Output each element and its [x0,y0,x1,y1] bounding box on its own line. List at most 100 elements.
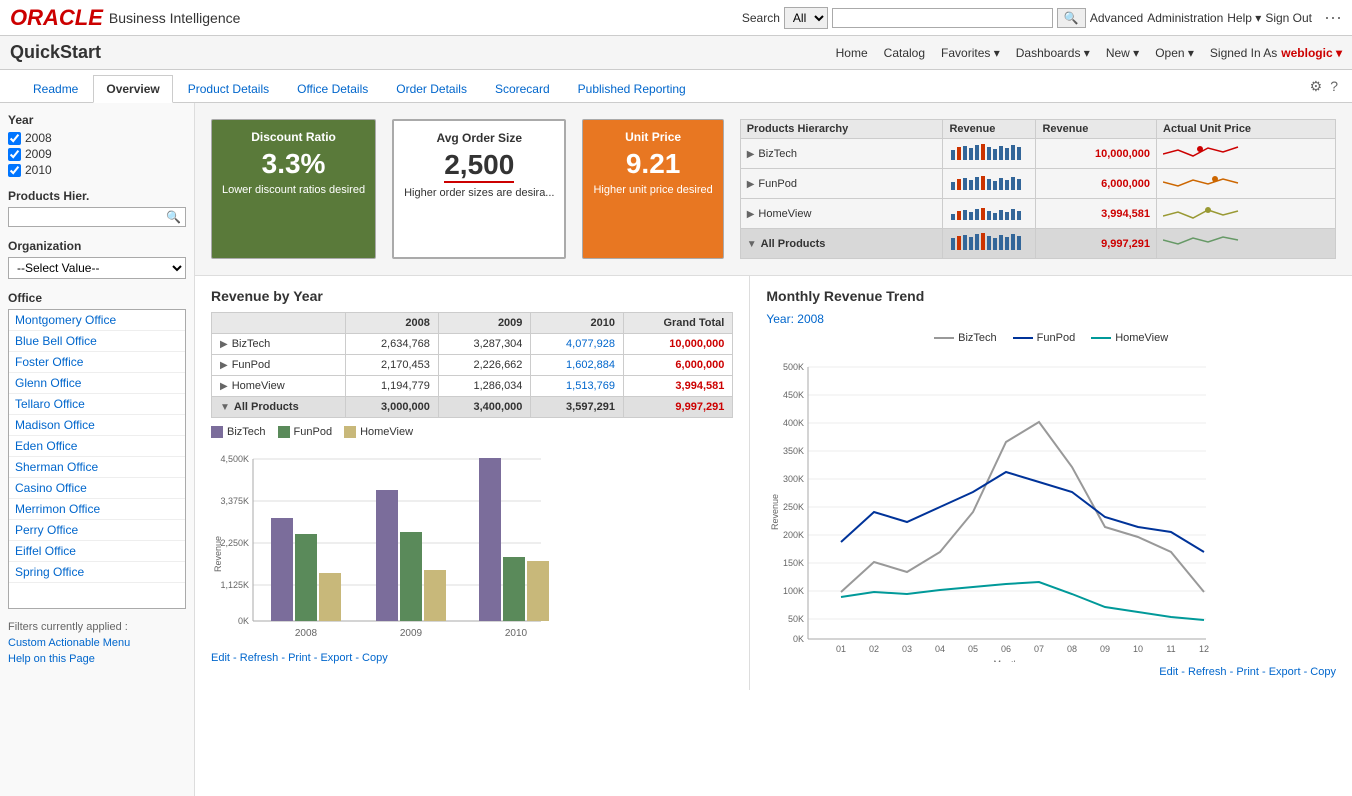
svg-text:50K: 50K [788,614,804,624]
custom-menu-link[interactable]: Custom Actionable Menu [8,637,186,649]
products-search-icon[interactable]: 🔍 [166,210,181,224]
table-row-funpod: ▶FunPod [740,169,1335,199]
cell-funpod-unit [1157,169,1336,199]
bar-copy-link[interactable]: Copy [362,652,388,664]
nav-open[interactable]: Open ▾ [1155,46,1194,60]
cell-biztech-spark [943,139,1036,169]
office-item-eiffel[interactable]: Eiffel Office [9,541,185,562]
nav-home[interactable]: Home [836,46,868,60]
nav-links: Home Catalog Favorites ▾ Dashboards ▾ Ne… [836,46,1342,60]
more-options-icon[interactable]: ··· [1324,7,1342,28]
office-item-merrimon[interactable]: Merrimon Office [9,499,185,520]
table-row-allproducts: ▼All Products [740,229,1335,259]
office-item-foster[interactable]: Foster Office [9,352,185,373]
bar-edit-link[interactable]: Edit [211,652,230,664]
sidebar: Year 2008 2009 2010 Products Hier. 🔍 Org… [0,103,195,796]
tab-order-details[interactable]: Order Details [383,75,480,102]
rdt-col-2008: 2008 [346,313,439,334]
rdt-expand-all[interactable]: ▼ [220,402,230,413]
office-item-eden[interactable]: Eden Office [9,436,185,457]
cell-biztech-unit [1157,139,1336,169]
search-dropdown[interactable]: All [784,7,828,29]
help-page-link[interactable]: Help on this Page [8,653,186,665]
tab-published-reporting[interactable]: Published Reporting [565,75,699,102]
cell-funpod-revenue: 6,000,000 [1036,169,1157,199]
year-2009-label: 2009 [25,147,52,161]
line-edit-link[interactable]: Edit [1159,666,1178,678]
kpi-unit-value: 9.21 [593,148,712,180]
nav-catalog[interactable]: Catalog [884,46,925,60]
year-filter: Year 2008 2009 2010 [8,113,186,177]
nav-dashboards[interactable]: Dashboards ▾ [1016,46,1090,60]
administration-link[interactable]: Administration [1147,11,1223,25]
expand-homeview[interactable]: ▶ [747,209,755,220]
rdt-homeview-total: 3,994,581 [623,376,732,397]
tab-office-details[interactable]: Office Details [284,75,381,102]
year-2010-checkbox[interactable] [8,164,21,177]
line-copy-link[interactable]: Copy [1310,666,1336,678]
svg-text:Revenue: Revenue [213,536,223,572]
filters-label: Filters currently applied : [8,621,186,633]
org-dropdown[interactable]: --Select Value-- [8,257,186,279]
bar-chart-legend: BizTech FunPod HomeView [211,426,733,438]
office-item-spring[interactable]: Spring Office [9,562,185,583]
help-icon[interactable]: ? [1330,78,1338,95]
office-item-glenn[interactable]: Glenn Office [9,373,185,394]
org-label: Organization [8,239,186,253]
help-link-top[interactable]: Help ▾ [1227,11,1261,25]
rdt-expand-biztech[interactable]: ▶ [220,339,228,350]
tab-product-details[interactable]: Product Details [175,75,282,102]
office-item-tellaro[interactable]: Tellaro Office [9,394,185,415]
tab-scorecard[interactable]: Scorecard [482,75,563,102]
office-item-montgomery[interactable]: Montgomery Office [9,310,185,331]
search-button[interactable]: 🔍 [1057,8,1086,28]
line-refresh-link[interactable]: Refresh [1188,666,1227,678]
year-2009-checkbox[interactable] [8,148,21,161]
biztech-linehart [1163,142,1243,162]
homeview-sparkline [949,202,1029,222]
office-item-bluebell[interactable]: Blue Bell Office [9,331,185,352]
line-export-link[interactable]: Export [1269,666,1301,678]
rdt-col-2009: 2009 [438,313,531,334]
office-item-sherman[interactable]: Sherman Office [9,457,185,478]
logo: ORACLE Business Intelligence [10,5,240,31]
line-legend-homeview-label: HomeView [1115,332,1168,344]
bar-export-link[interactable]: Export [320,652,352,664]
tab-overview[interactable]: Overview [93,75,172,103]
svg-text:2009: 2009 [400,628,423,639]
rdt-row-allproducts: ▼All Products 3,000,000 3,400,000 3,597,… [212,397,733,418]
signout-link[interactable]: Sign Out [1265,11,1312,25]
line-print-link[interactable]: Print [1236,666,1259,678]
expand-biztech[interactable]: ▶ [747,149,755,160]
products-search-input[interactable] [13,210,166,224]
tab-readme[interactable]: Readme [20,75,91,102]
rdt-all-total: 9,997,291 [623,397,732,418]
svg-text:450K: 450K [783,390,804,400]
nav-favorites[interactable]: Favorites ▾ [941,46,1000,60]
bar-refresh-link[interactable]: Refresh [240,652,279,664]
svg-text:02: 02 [869,644,879,654]
year-2008-checkbox[interactable] [8,132,21,145]
svg-text:150K: 150K [783,558,804,568]
bottom-links: Filters currently applied : Custom Actio… [8,621,186,665]
search-input[interactable] [832,8,1053,28]
rdt-biztech-2009: 3,287,304 [438,334,531,355]
rdt-expand-homeview[interactable]: ▶ [220,381,228,392]
rdt-expand-funpod[interactable]: ▶ [220,360,228,371]
username[interactable]: weblogic ▾ [1281,46,1342,60]
svg-text:4,500K: 4,500K [220,454,249,464]
nav-new[interactable]: New ▾ [1106,46,1139,60]
advanced-link[interactable]: Advanced [1090,11,1143,25]
cell-homeview-name: ▶HomeView [740,199,943,229]
bar-print-link[interactable]: Print [288,652,311,664]
expand-funpod[interactable]: ▶ [747,179,755,190]
monthly-trend-year: Year: 2008 [766,312,1336,326]
office-item-casino[interactable]: Casino Office [9,478,185,499]
office-item-perry[interactable]: Perry Office [9,520,185,541]
office-list[interactable]: Montgomery Office Blue Bell Office Foste… [8,309,186,609]
settings-icon[interactable]: ⚙ [1310,78,1323,95]
office-item-madison[interactable]: Madison Office [9,415,185,436]
expand-allproducts[interactable]: ▼ [747,239,757,250]
legend-biztech: BizTech [211,426,266,438]
rdt-all-2008: 3,000,000 [346,397,439,418]
